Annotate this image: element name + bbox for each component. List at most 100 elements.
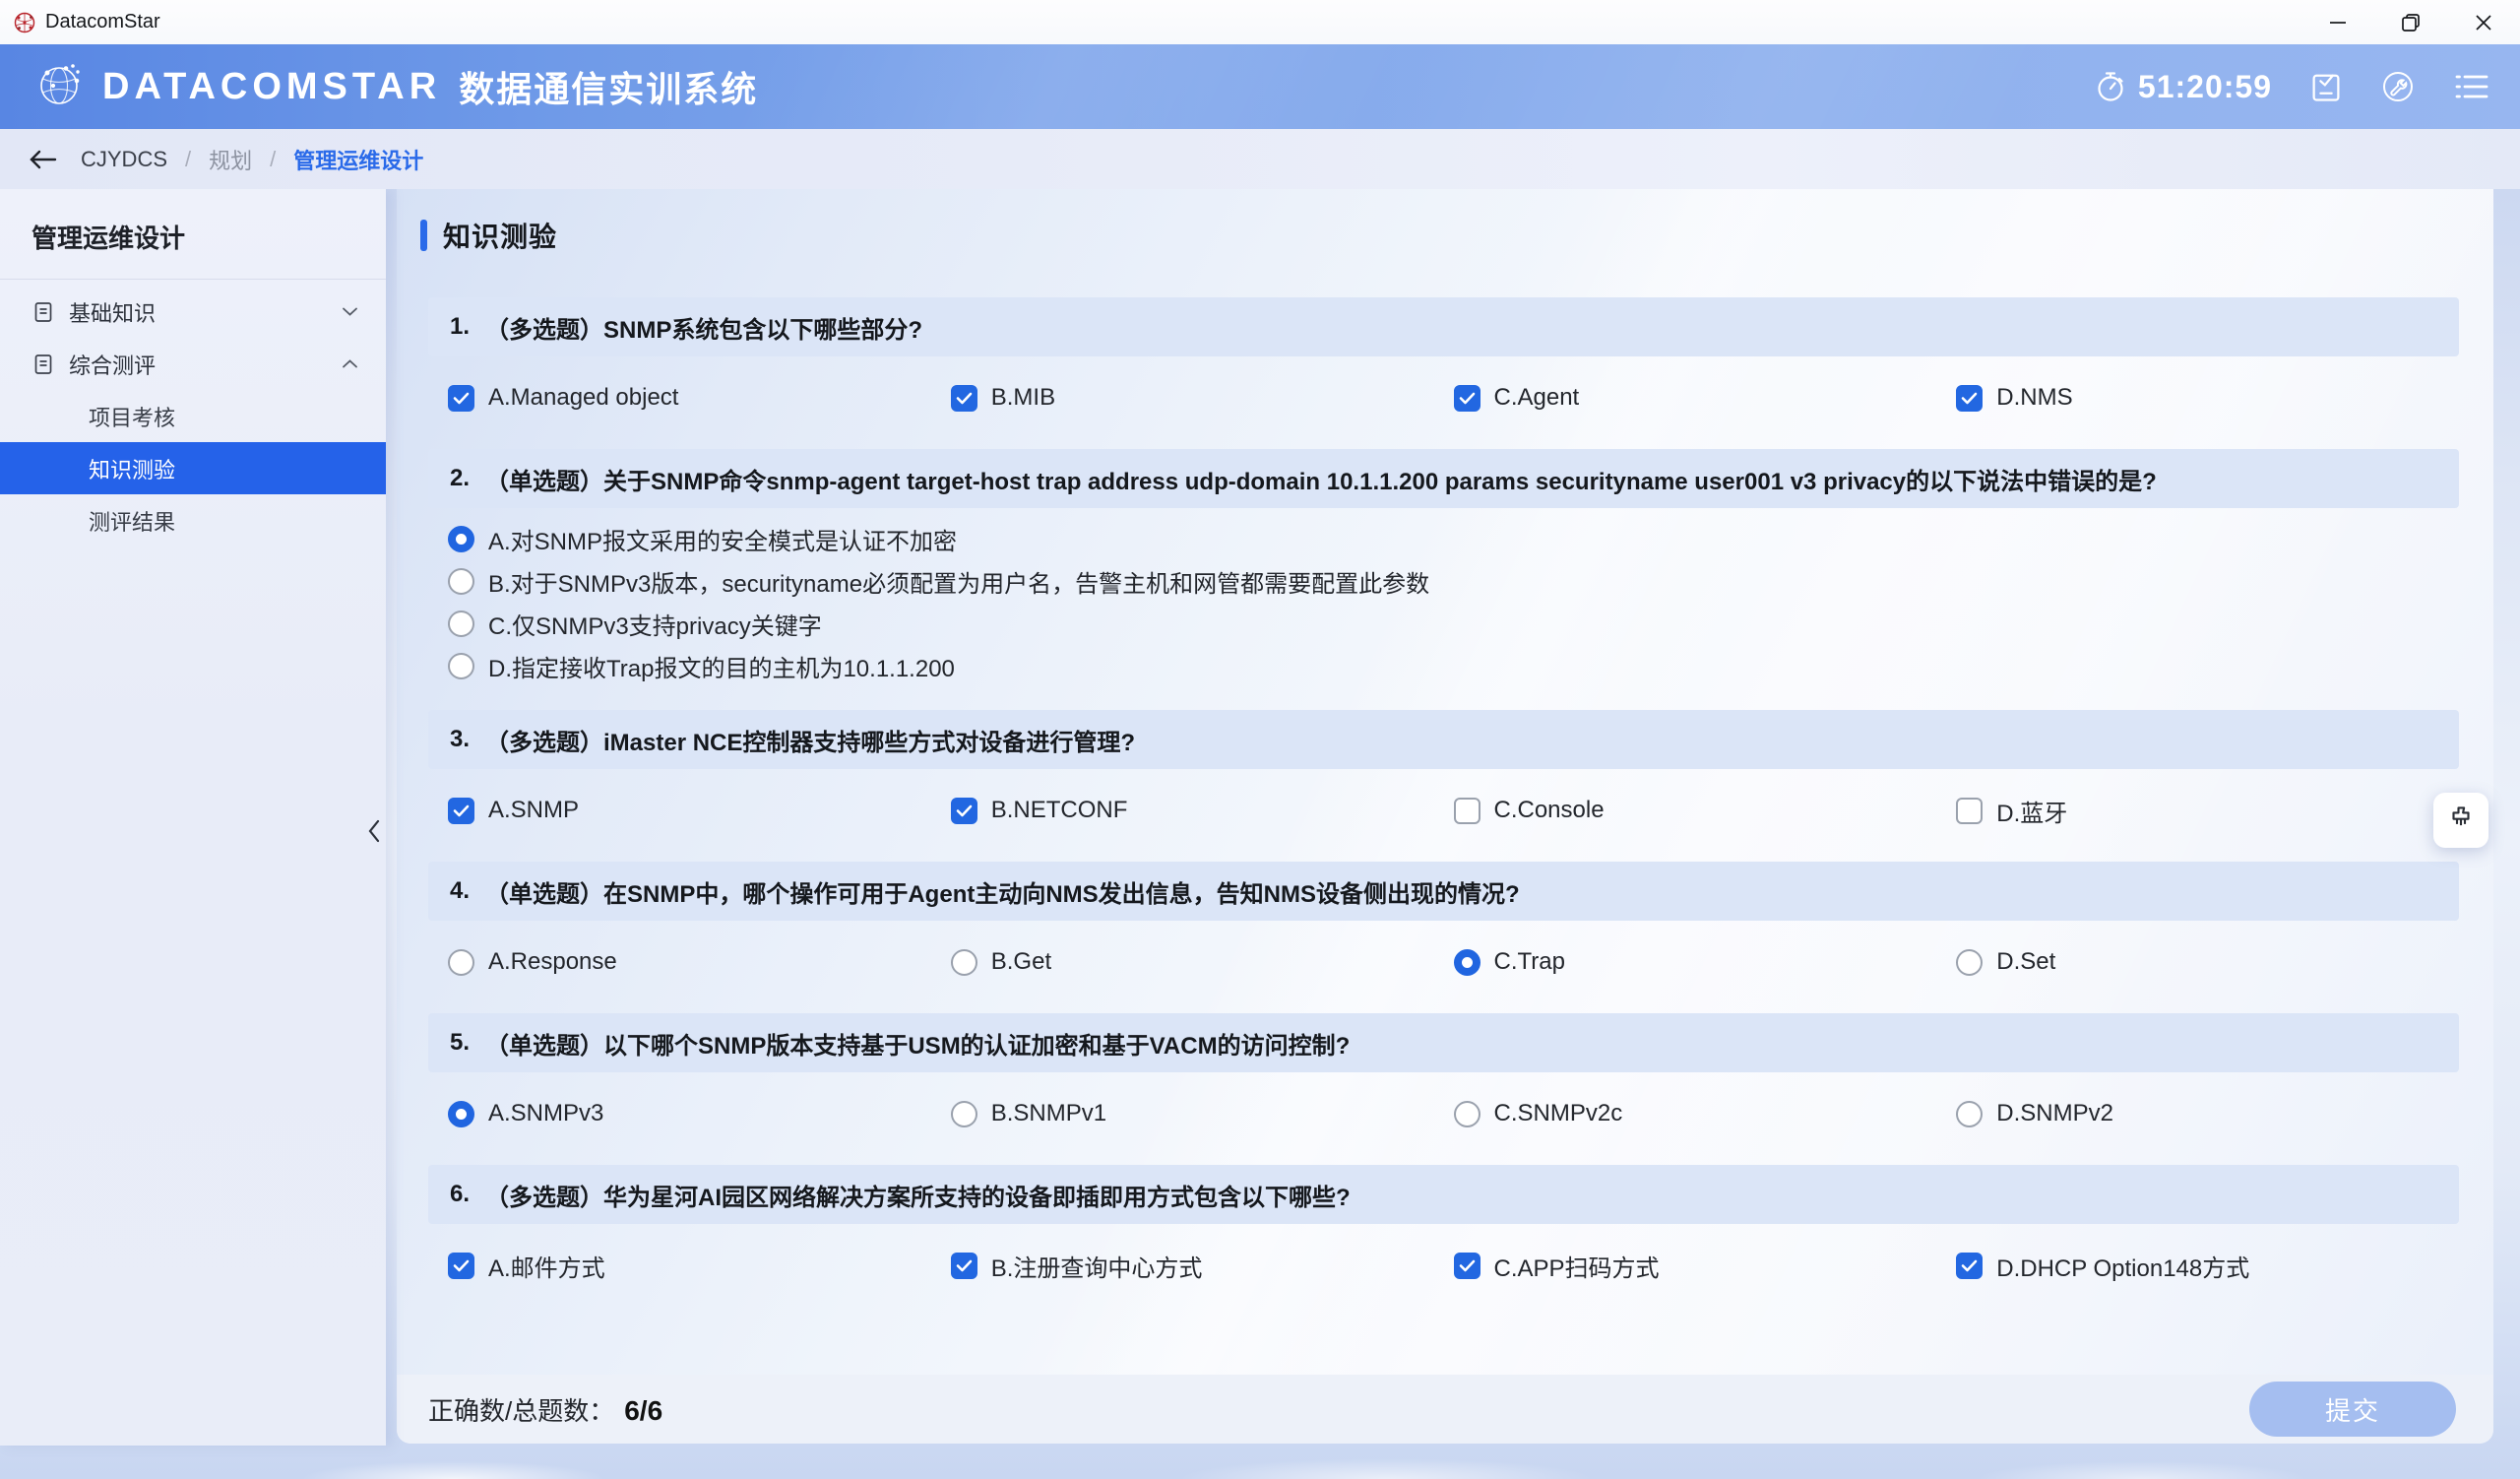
checkbox-option[interactable]: C.APP扫码方式 xyxy=(1454,1242,1957,1289)
sidebar-item-label: 基础知识 xyxy=(69,296,156,328)
checkbox-option[interactable]: B.注册查询中心方式 xyxy=(951,1242,1454,1289)
sidebar-item-active[interactable]: 知识测验 xyxy=(0,442,386,494)
checkbox-option[interactable]: D.蓝牙 xyxy=(1956,787,2459,834)
menu-icon[interactable] xyxy=(2453,72,2490,101)
sidebar-item-label: 项目考核 xyxy=(89,401,175,432)
question-block: 6.（多选题）华为星河AI园区网络解决方案所支持的设备即插即用方式包含以下哪些?… xyxy=(428,1165,2459,1317)
radio-unselected-icon xyxy=(1956,949,1983,976)
option-group: A.SNMPv3 B.SNMPv1 C.SNMPv2c D.SNMPv2 xyxy=(428,1090,2459,1137)
close-button[interactable] xyxy=(2447,0,2520,44)
document-icon xyxy=(32,300,55,324)
checkbox-checked-icon xyxy=(951,1253,977,1279)
option-label: C.SNMPv2c xyxy=(1494,1100,1623,1127)
question-header: 1. （多选题）SNMP系统包含以下哪些部分? xyxy=(428,297,2459,356)
radio-option[interactable]: B.Get xyxy=(951,938,1454,986)
checkbox-option[interactable]: D.NMS xyxy=(1956,374,2459,421)
question-header: 6.（多选题）华为星河AI园区网络解决方案所支持的设备即插即用方式包含以下哪些? xyxy=(428,1165,2459,1224)
question-block: 3.（多选题）iMaster NCE控制器支持哪些方式对设备进行管理? A.SNM… xyxy=(428,710,2459,862)
checkbox-option[interactable]: B.MIB xyxy=(951,374,1454,421)
submit-button[interactable]: 提交 xyxy=(2249,1382,2456,1437)
score-label: 正确数/总题数： xyxy=(428,1391,614,1428)
sidebar-group-item[interactable]: 基础知识 xyxy=(0,286,386,338)
option-label: A.Managed object xyxy=(488,384,678,412)
question-number: 1. xyxy=(450,313,470,341)
score-summary: 正确数/总题数： 6/6 xyxy=(428,1391,662,1428)
radio-selected-icon xyxy=(448,1101,474,1127)
radio-option[interactable]: A.对SNMP报文采用的安全模式是认证不加密 xyxy=(448,524,2459,553)
radio-selected-icon xyxy=(448,526,474,552)
checkbox-option[interactable]: A.Managed object xyxy=(448,374,951,421)
breadcrumb-item-root[interactable]: CJYDCS xyxy=(81,147,167,172)
option-label: B.NETCONF xyxy=(991,797,1128,824)
sidebar-item[interactable]: 测评结果 xyxy=(0,494,386,547)
brand-name-en: DATACOMSTAR xyxy=(102,66,441,108)
radio-option[interactable]: C.仅SNMPv3支持privacy关键字 xyxy=(448,609,2459,638)
checkbox-checked-icon xyxy=(448,1253,474,1279)
option-label: B.对于SNMPv3版本，securityname必须配置为用户名，告警主机和网… xyxy=(488,564,1429,599)
radio-option[interactable]: C.SNMPv2c xyxy=(1454,1090,1957,1137)
option-label: C.Agent xyxy=(1494,384,1580,412)
title-accent-bar xyxy=(420,220,427,251)
checkbox-option[interactable]: B.NETCONF xyxy=(951,787,1454,834)
radio-option[interactable]: A.SNMPv3 xyxy=(448,1090,951,1137)
radio-option[interactable]: D.指定接收Trap报文的目的主机为10.1.1.200 xyxy=(448,651,2459,680)
sidebar-divider xyxy=(0,279,386,280)
option-group: A.SNMP B.NETCONF C.ConsoleD.蓝牙 xyxy=(428,787,2459,834)
brand-name-cn: 数据通信实训系统 xyxy=(459,61,758,112)
radio-option[interactable]: C.Trap xyxy=(1454,938,1957,986)
checkbox-option[interactable]: D.DHCP Option148方式 xyxy=(1956,1242,2459,1289)
document-icon xyxy=(32,353,55,376)
breadcrumb-item-planning[interactable]: 规划 xyxy=(209,144,252,175)
tools-icon[interactable] xyxy=(2380,69,2416,104)
radio-option[interactable]: B.对于SNMPv3版本，securityname必须配置为用户名，告警主机和网… xyxy=(448,566,2459,596)
quiz-card: 知识测验 1.（多选题）SNMP系统包含以下哪些部分?A.Managed obj… xyxy=(397,189,2493,1444)
checkbox-checked-icon xyxy=(1454,385,1480,412)
checkbox-option[interactable]: C.Agent xyxy=(1454,374,1957,421)
option-group: A.ResponseB.GetC.TrapD.Set xyxy=(428,938,2459,986)
question-block: 5.（单选题）以下哪个SNMP版本支持基于USM的认证加密和基于VACM的访问控… xyxy=(428,1013,2459,1165)
option-label: D.指定接收Trap报文的目的主机为10.1.1.200 xyxy=(488,649,955,683)
chevron-down-icon xyxy=(342,306,358,317)
radio-option[interactable]: A.Response xyxy=(448,938,951,986)
checkbox-checked-icon xyxy=(1956,1253,1983,1279)
checkbox-checked-icon xyxy=(951,798,977,824)
sidebar-collapse-icon[interactable] xyxy=(360,815,388,847)
option-group: A.Managed object B.MIB C.Agent D.NMS xyxy=(428,374,2459,421)
radio-option[interactable]: D.Set xyxy=(1956,938,2459,986)
radio-unselected-icon xyxy=(1454,1101,1480,1127)
breadcrumb-separator: / xyxy=(270,147,276,172)
sidebar-group-item[interactable]: 综合测评 xyxy=(0,338,386,390)
checkbox-checked-icon xyxy=(951,385,977,412)
checkbox-option[interactable]: A.SNMP xyxy=(448,787,951,834)
minimize-button[interactable] xyxy=(2301,0,2374,44)
radio-unselected-icon xyxy=(951,1101,977,1127)
radio-selected-icon xyxy=(1454,949,1480,976)
question-block: 1. （多选题）SNMP系统包含以下哪些部分? A.Managed object B.… xyxy=(428,297,2459,449)
option-group: A.邮件方式B.注册查询中心方式C.APP扫码方式D.DHCP Option14… xyxy=(428,1242,2459,1289)
radio-unselected-icon xyxy=(448,611,474,637)
sidebar-item-label: 综合测评 xyxy=(69,349,156,380)
back-arrow-icon[interactable] xyxy=(28,149,57,170)
radio-option[interactable]: B.SNMPv1 xyxy=(951,1090,1454,1137)
clean-brush-button[interactable] xyxy=(2433,793,2488,848)
question-header: 3.（多选题）iMaster NCE控制器支持哪些方式对设备进行管理? xyxy=(428,710,2459,769)
option-label: B.MIB xyxy=(991,384,1055,412)
question-text: （多选题）SNMP系统包含以下哪些部分? xyxy=(485,310,922,345)
sidebar-item[interactable]: 项目考核 xyxy=(0,390,386,442)
checkbox-option[interactable]: C.Console xyxy=(1454,787,1957,834)
option-label: A.SNMPv3 xyxy=(488,1100,603,1127)
radio-option[interactable]: D.SNMPv2 xyxy=(1956,1090,2459,1137)
restore-button[interactable] xyxy=(2374,0,2447,44)
option-label: A.SNMP xyxy=(488,797,579,824)
sidebar-title: 管理运维设计 xyxy=(0,189,386,255)
radio-unselected-icon xyxy=(448,949,474,976)
header-actions: 51:20:59 xyxy=(2095,69,2490,105)
checkbox-option[interactable]: A.邮件方式 xyxy=(448,1242,951,1289)
question-text: （多选题）iMaster NCE控制器支持哪些方式对设备进行管理? xyxy=(485,723,1135,757)
stopwatch-icon xyxy=(2095,70,2126,103)
report-icon[interactable] xyxy=(2309,69,2343,104)
app-title: DatacomStar xyxy=(45,11,160,33)
radio-unselected-icon xyxy=(448,653,474,679)
option-label: B.SNMPv1 xyxy=(991,1100,1106,1127)
question-block: 4.（单选题）在SNMP中，哪个操作可用于Agent主动向NMS发出信息，告知N… xyxy=(428,862,2459,1013)
